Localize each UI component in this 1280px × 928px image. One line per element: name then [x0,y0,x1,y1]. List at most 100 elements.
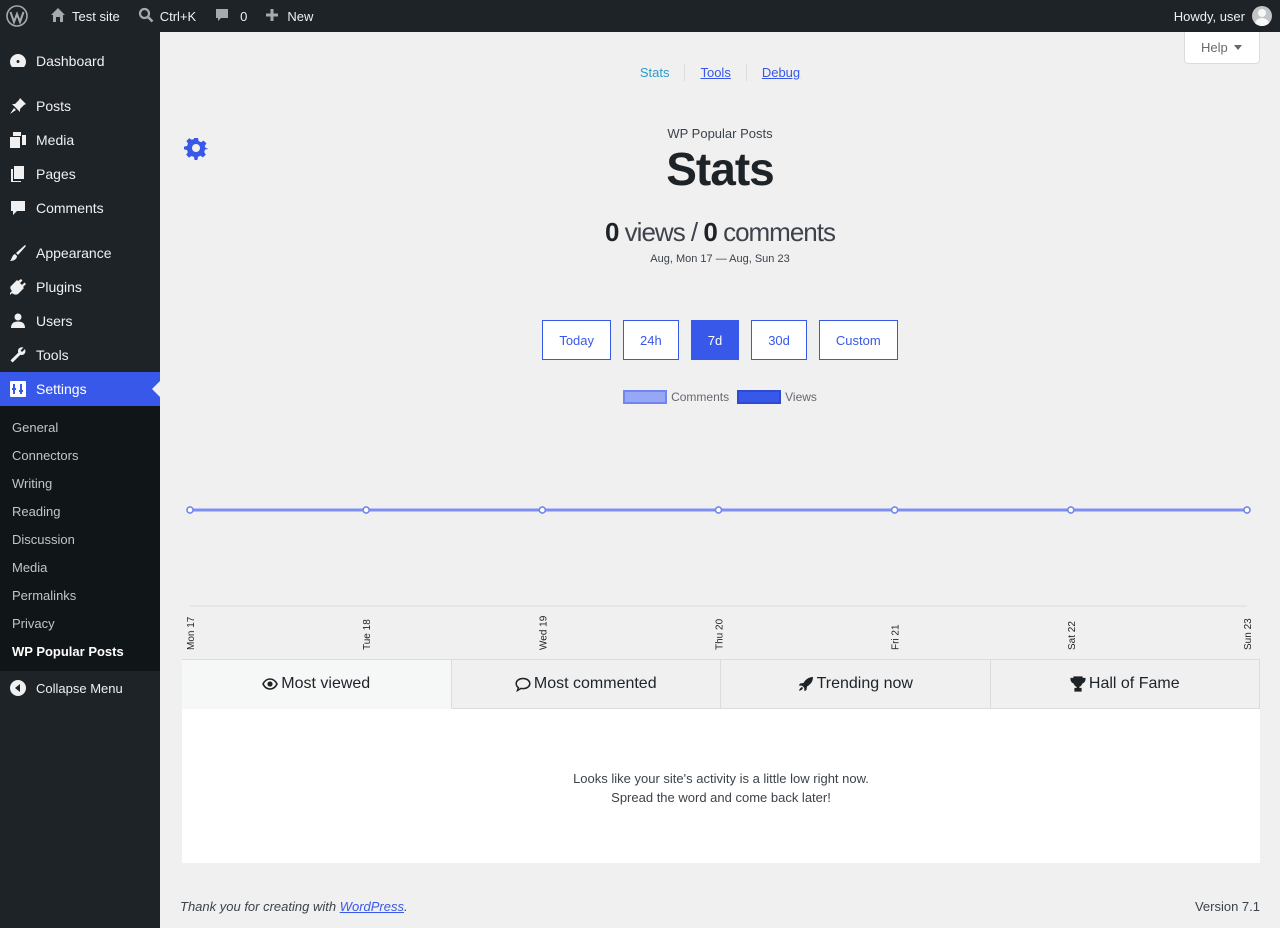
tab-label: Trending now [816,675,913,692]
comments-link[interactable]: 0 [204,0,255,32]
greeting: Howdy, user [1173,8,1245,24]
sidebar-item-pages[interactable]: Pages [0,157,160,191]
legend-item-views[interactable]: Views [737,390,817,404]
views-label: views / [618,217,704,247]
range-7d-button[interactable]: 7d [690,320,740,360]
x-tick-label: Sun 23 [1243,618,1254,650]
sidebar-item-label: Pages [36,166,76,182]
wrench-icon [8,345,28,365]
x-tick-label: Sat 22 [1067,621,1078,650]
x-tick-label: Fri 21 [891,624,902,650]
range-24h-button[interactable]: 24h [623,320,679,360]
range-30d-button[interactable]: 30d [751,320,807,360]
submenu-item-permalinks[interactable]: Permalinks [0,581,160,609]
search-command-link[interactable]: Ctrl+K [128,0,204,32]
comments-count: 0 [240,8,248,24]
submenu-item-privacy[interactable]: Privacy [0,609,160,637]
comment-icon [515,677,531,692]
new-content-link[interactable]: New [255,0,321,32]
search-shortcut: Ctrl+K [159,8,197,24]
sidebar-item-users[interactable]: Users [0,304,160,338]
submenu-item-wp-popular-posts[interactable]: WP Popular Posts [0,637,160,665]
stats-line-chart: Mon 17 Tue 18 Wed 19 Thu 20 Fri 21 Sat 22 Sun … [186,506,1254,650]
plugin-name: WP Popular Posts [667,126,773,141]
sidebar-item-label: Posts [36,98,72,114]
sidebar-item-settings[interactable]: Settings [0,372,160,406]
sidebar-item-media[interactable]: Media [0,123,160,157]
page-title: Stats [666,143,774,195]
submenu-item-discussion[interactable]: Discussion [0,525,160,553]
submenu-item-general[interactable]: General [0,413,160,441]
data-point-views[interactable] [186,506,194,514]
submenu-item-connectors[interactable]: Connectors [0,441,160,469]
account-menu[interactable]: Howdy, user [1174,6,1280,26]
data-point-views[interactable] [538,506,547,514]
sidebar-item-posts[interactable]: Posts [0,89,160,123]
comment-icon [214,7,230,26]
legend-label-comments: Comments [671,390,730,404]
sidebar-item-label: Users [36,313,73,329]
media-icon [8,130,28,150]
tab-most-commented[interactable]: Most commented [451,659,721,709]
date-range: Aug, Mon 17 — Aug, Sun 23 [650,253,790,265]
views-count: 0 [604,217,620,247]
x-tick-label: Tue 18 [362,619,373,650]
range-custom-button[interactable]: Custom [818,320,898,360]
rocket-icon [798,676,814,692]
tab-most-viewed[interactable]: Most viewed [182,659,452,709]
submenu-item-writing[interactable]: Writing [0,469,160,497]
sidebar-item-label: Plugins [36,279,82,295]
subnav-stats[interactable]: Stats [625,64,685,81]
site-name-link[interactable]: Test site [36,0,128,32]
legend-label-views: Views [785,390,817,404]
help-button[interactable]: Help [1184,32,1260,64]
subnav-debug[interactable]: Debug [745,64,815,81]
footer-thanks-prefix: Thank you for creating with [180,899,340,914]
wordpress-link[interactable]: WordPress [340,899,404,914]
footer-version: Version 7.1 [1194,899,1260,914]
collapse-arrow-icon [10,680,26,696]
sidebar-item-label: Comments [36,200,104,216]
tab-trending-now[interactable]: Trending now [721,659,991,709]
plugin-subnav: Stats Tools Debug [160,64,1280,81]
sidebar-item-dashboard[interactable]: Dashboard [0,44,160,78]
tab-hall-of-fame[interactable]: Hall of Fame [990,659,1260,709]
submenu-item-reading[interactable]: Reading [0,497,160,525]
plugin-icon [8,277,28,297]
data-point-views[interactable] [1067,506,1075,514]
x-tick-label: Wed 19 [538,615,549,650]
eye-icon [262,677,279,691]
post-tabs: Most viewed Most commented Trending now … [182,659,1260,709]
user-icon [8,311,28,331]
data-point-views[interactable] [890,506,899,514]
sidebar-item-tools[interactable]: Tools [0,338,160,372]
brush-icon [8,243,28,263]
legend-item-comments[interactable]: Comments [623,390,729,404]
submenu-item-media[interactable]: Media [0,553,160,581]
search-icon [138,7,154,26]
sidebar-item-appearance[interactable]: Appearance [0,236,160,270]
data-point-views[interactable] [362,506,370,514]
pages-icon [8,164,28,184]
sidebar-item-comments[interactable]: Comments [0,191,160,225]
tab-label: Most viewed [281,675,371,692]
pin-icon [8,96,28,116]
settings-icon [8,379,28,399]
sidebar-item-plugins[interactable]: Plugins [0,270,160,304]
range-today-button[interactable]: Today [542,320,612,360]
chevron-down-icon [1233,45,1242,50]
collapse-menu-button[interactable]: Collapse Menu [0,671,160,705]
legend-swatch-views [737,390,782,404]
trophy-icon [1070,676,1086,692]
avatar [1252,6,1272,26]
data-point-views[interactable] [1243,506,1251,514]
wordpress-logo-icon[interactable] [0,0,36,32]
subnav-tools[interactable]: Tools [684,64,745,81]
data-point-views[interactable] [714,506,723,514]
footer-thanks-suffix: . [404,899,408,914]
comment-icon [8,198,28,218]
stats-summary: 0 views / 0 comments [160,217,1280,248]
sidebar-item-label: Tools [36,347,69,363]
tab-label: Most commented [533,675,657,692]
x-tick-label: Thu 20 [715,618,726,650]
